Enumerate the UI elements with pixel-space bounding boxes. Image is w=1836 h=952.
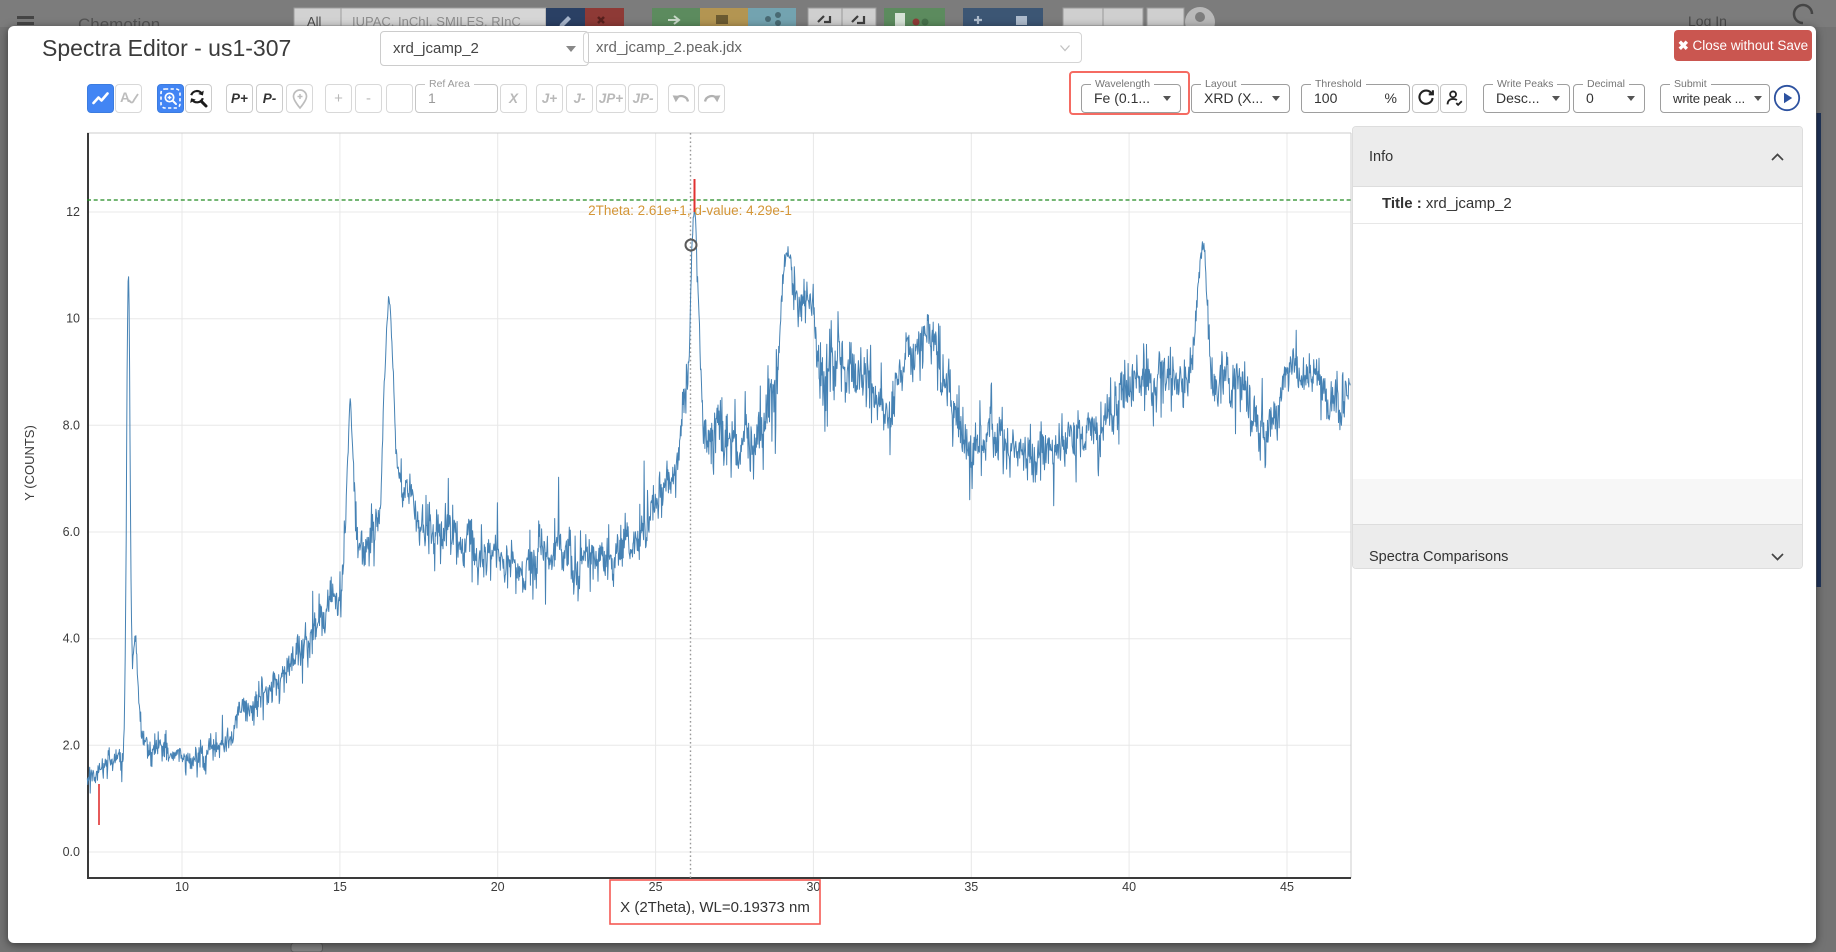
svg-text:30: 30: [806, 880, 820, 894]
svg-text:2Theta: 2.61e+1, d-value: 4.29: 2Theta: 2.61e+1, d-value: 4.29e-1: [588, 203, 792, 218]
svg-text:6.0: 6.0: [63, 525, 80, 539]
svg-text:4.0: 4.0: [63, 632, 80, 646]
svg-text:12: 12: [66, 205, 80, 219]
svg-text:2.0: 2.0: [63, 738, 80, 752]
svg-text:15: 15: [333, 880, 347, 894]
svg-text:40: 40: [1122, 880, 1136, 894]
svg-text:25: 25: [649, 880, 663, 894]
svg-text:35: 35: [964, 880, 978, 894]
svg-text:45: 45: [1280, 880, 1294, 894]
svg-text:10: 10: [66, 312, 80, 326]
svg-text:Y (COUNTS): Y (COUNTS): [22, 425, 37, 501]
svg-text:10: 10: [175, 880, 189, 894]
svg-text:20: 20: [491, 880, 505, 894]
svg-text:X (2Theta), WL=0.19373 nm: X (2Theta), WL=0.19373 nm: [620, 899, 810, 916]
svg-text:0.0: 0.0: [63, 845, 80, 859]
svg-text:8.0: 8.0: [63, 418, 80, 432]
